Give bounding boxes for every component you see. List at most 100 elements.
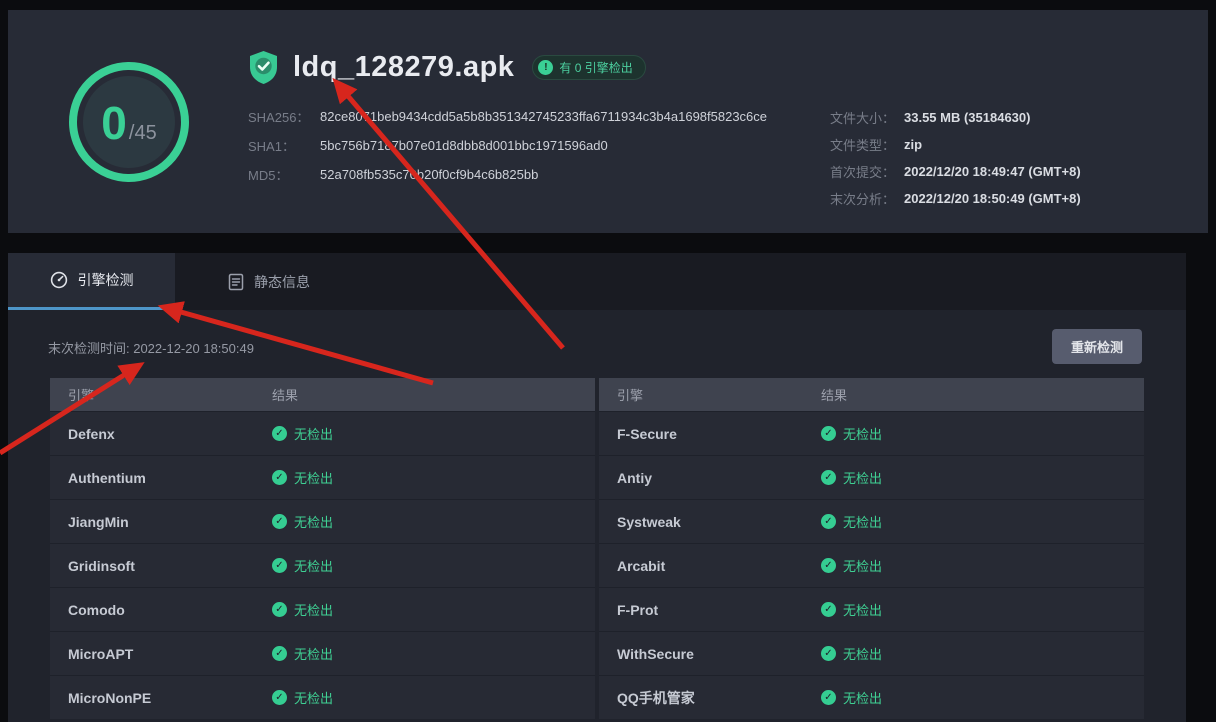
last-check-time: 末次检测时间: 2022-12-20 18:50:49 [48, 338, 254, 357]
engine-results-tables: 引擎结果Defenx✓无检出Authentium✓无检出JiangMin✓无检出… [50, 378, 1144, 719]
table-row: Systweak✓ 无检出 [599, 499, 1144, 543]
engine-table-left: 引擎结果Defenx✓无检出Authentium✓无检出JiangMin✓无检出… [50, 378, 595, 719]
file-info-value: 33.55 MB (35184630) [904, 110, 1030, 125]
result-text: 无检出 [294, 600, 333, 619]
check-icon: ✓ [821, 470, 836, 485]
result-text: 无检出 [843, 468, 882, 487]
result-cell: ✓ 无检出 [272, 512, 333, 531]
result-cell: ✓ 无检出 [821, 688, 882, 707]
check-icon: ✓ [821, 514, 836, 529]
detection-score: 0 /45 [83, 76, 175, 168]
result-cell: ✓ 无检出 [821, 512, 882, 531]
detection-badge-text: 有 0 引擎检出 [559, 59, 632, 76]
check-icon: ✓ [272, 514, 287, 529]
engine-detection-panel: 末次检测时间: 2022-12-20 18:50:49 重新检测 引擎结果Def… [8, 310, 1186, 722]
hash-label: SHA1： [248, 136, 320, 155]
result-cell: ✓ 无检出 [272, 468, 333, 487]
detections-count: 0 [101, 100, 127, 146]
result-cell: ✓ 无检出 [821, 468, 882, 487]
recheck-button[interactable]: 重新检测 [1052, 329, 1142, 364]
engine-table-right: 引擎结果F-Secure✓无检出Antiy✓无检出Systweak✓无检出Arc… [599, 378, 1144, 719]
engine-name: JiangMin [50, 514, 272, 530]
engine-name: QQ手机管家 [599, 688, 821, 708]
table-row: MicroAPT✓无检出 [50, 631, 595, 675]
result-cell: ✓无检出 [272, 424, 333, 443]
result-text: 无检出 [294, 556, 333, 575]
result-cell: ✓ 无检出 [821, 424, 882, 443]
file-info-row: 末次分析：2022/12/20 18:50:49 (GMT+8) [830, 185, 1081, 212]
result-cell: ✓无检出 [821, 600, 882, 619]
engine-name: Antiy [599, 470, 821, 486]
hash-value: 82ce8071beb9434cdd5a5b8b351342745233ffa6… [320, 109, 767, 124]
result-text: 无检出 [843, 644, 882, 663]
tab-static-info[interactable]: 静态信息 [175, 253, 363, 310]
result-text: 无检出 [294, 468, 333, 487]
column-header-engine: 引擎 [50, 385, 272, 404]
hash-row: SHA1：5bc756b7187b07e01d8dbb8d001bbc19715… [248, 131, 767, 160]
hash-row: MD5：52a708fb535c70b20f0cf9b4c6b825bb [248, 160, 767, 189]
result-text: 无检出 [294, 512, 333, 531]
engine-name: F-Secure [599, 426, 821, 442]
tab-label: 静态信息 [254, 272, 310, 292]
shield-icon [248, 50, 279, 85]
detection-score-ring: 0 /45 [69, 62, 189, 182]
hash-value: 5bc756b7187b07e01d8dbb8d001bbc1971596ad0 [320, 138, 608, 153]
engine-name: Systweak [599, 514, 821, 530]
engine-name: MicroNonPE [50, 690, 272, 706]
result-text: 无检出 [294, 688, 333, 707]
file-info-list: 文件大小：33.55 MB (35184630)文件类型：zip首次提交：202… [830, 104, 1081, 212]
check-icon: ✓ [821, 690, 836, 705]
file-info-label: 文件大小： [830, 108, 904, 127]
table-row: WithSecure✓ 无检出 [599, 631, 1144, 675]
result-cell: ✓ 无检出 [821, 644, 882, 663]
check-icon: ✓ [272, 646, 287, 661]
hash-label: MD5： [248, 165, 320, 184]
engine-name: Defenx [50, 426, 272, 442]
table-row: Arcabit✓无检出 [599, 543, 1144, 587]
file-title-row: ldq_128279.apk ! 有 0 引擎检出 [248, 50, 646, 85]
file-info-value: 2022/12/20 18:49:47 (GMT+8) [904, 164, 1081, 179]
file-info-label: 末次分析： [830, 189, 904, 208]
result-cell: ✓无检出 [272, 688, 333, 707]
engine-name: Arcabit [599, 558, 821, 574]
check-icon: ✓ [821, 426, 836, 441]
tab-bar: 引擎检测 静态信息 [8, 253, 1186, 310]
file-info-label: 文件类型： [830, 135, 904, 154]
engine-name: WithSecure [599, 646, 821, 662]
table-row: JiangMin✓ 无检出 [50, 499, 595, 543]
result-text: 无检出 [843, 512, 882, 531]
check-icon: ✓ [272, 602, 287, 617]
result-text: 无检出 [294, 644, 333, 663]
hash-label: SHA256： [248, 107, 320, 126]
table-header-row: 引擎结果 [599, 378, 1144, 411]
table-row: F-Secure✓ 无检出 [599, 411, 1144, 455]
check-icon: ✓ [272, 558, 287, 573]
result-text: 无检出 [843, 688, 882, 707]
table-row: Authentium✓无检出 [50, 455, 595, 499]
result-text: 无检出 [843, 424, 882, 443]
table-row: Comodo✓无检出 [50, 587, 595, 631]
result-cell: ✓ 无检出 [272, 556, 333, 575]
tab-engine-detection[interactable]: 引擎检测 [8, 253, 175, 310]
table-row: QQ手机管家✓ 无检出 [599, 675, 1144, 719]
file-info-label: 首次提交： [830, 162, 904, 181]
check-icon: ✓ [272, 470, 287, 485]
file-info-row: 文件大小：33.55 MB (35184630) [830, 104, 1081, 131]
tab-label: 引擎检测 [78, 270, 134, 290]
file-info-value: 2022/12/20 18:50:49 (GMT+8) [904, 191, 1081, 206]
info-icon: ! [538, 60, 553, 75]
check-icon: ✓ [821, 646, 836, 661]
file-summary-card: 0 /45 ldq_128279.apk ! 有 0 引擎检出 SHA256：8… [8, 10, 1208, 233]
result-text: 无检出 [843, 556, 882, 575]
engine-name: F-Prot [599, 602, 821, 618]
file-info-row: 首次提交：2022/12/20 18:49:47 (GMT+8) [830, 158, 1081, 185]
file-name-title: ldq_128279.apk [293, 51, 514, 84]
hash-value: 52a708fb535c70b20f0cf9b4c6b825bb [320, 167, 538, 182]
column-header-result: 结果 [272, 385, 298, 404]
result-text: 无检出 [294, 424, 333, 443]
column-header-engine: 引擎 [599, 385, 821, 404]
table-header-row: 引擎结果 [50, 378, 595, 411]
detection-badge: ! 有 0 引擎检出 [532, 55, 645, 80]
table-row: F-Prot✓无检出 [599, 587, 1144, 631]
table-row: Gridinsoft✓无检出 [50, 543, 595, 587]
